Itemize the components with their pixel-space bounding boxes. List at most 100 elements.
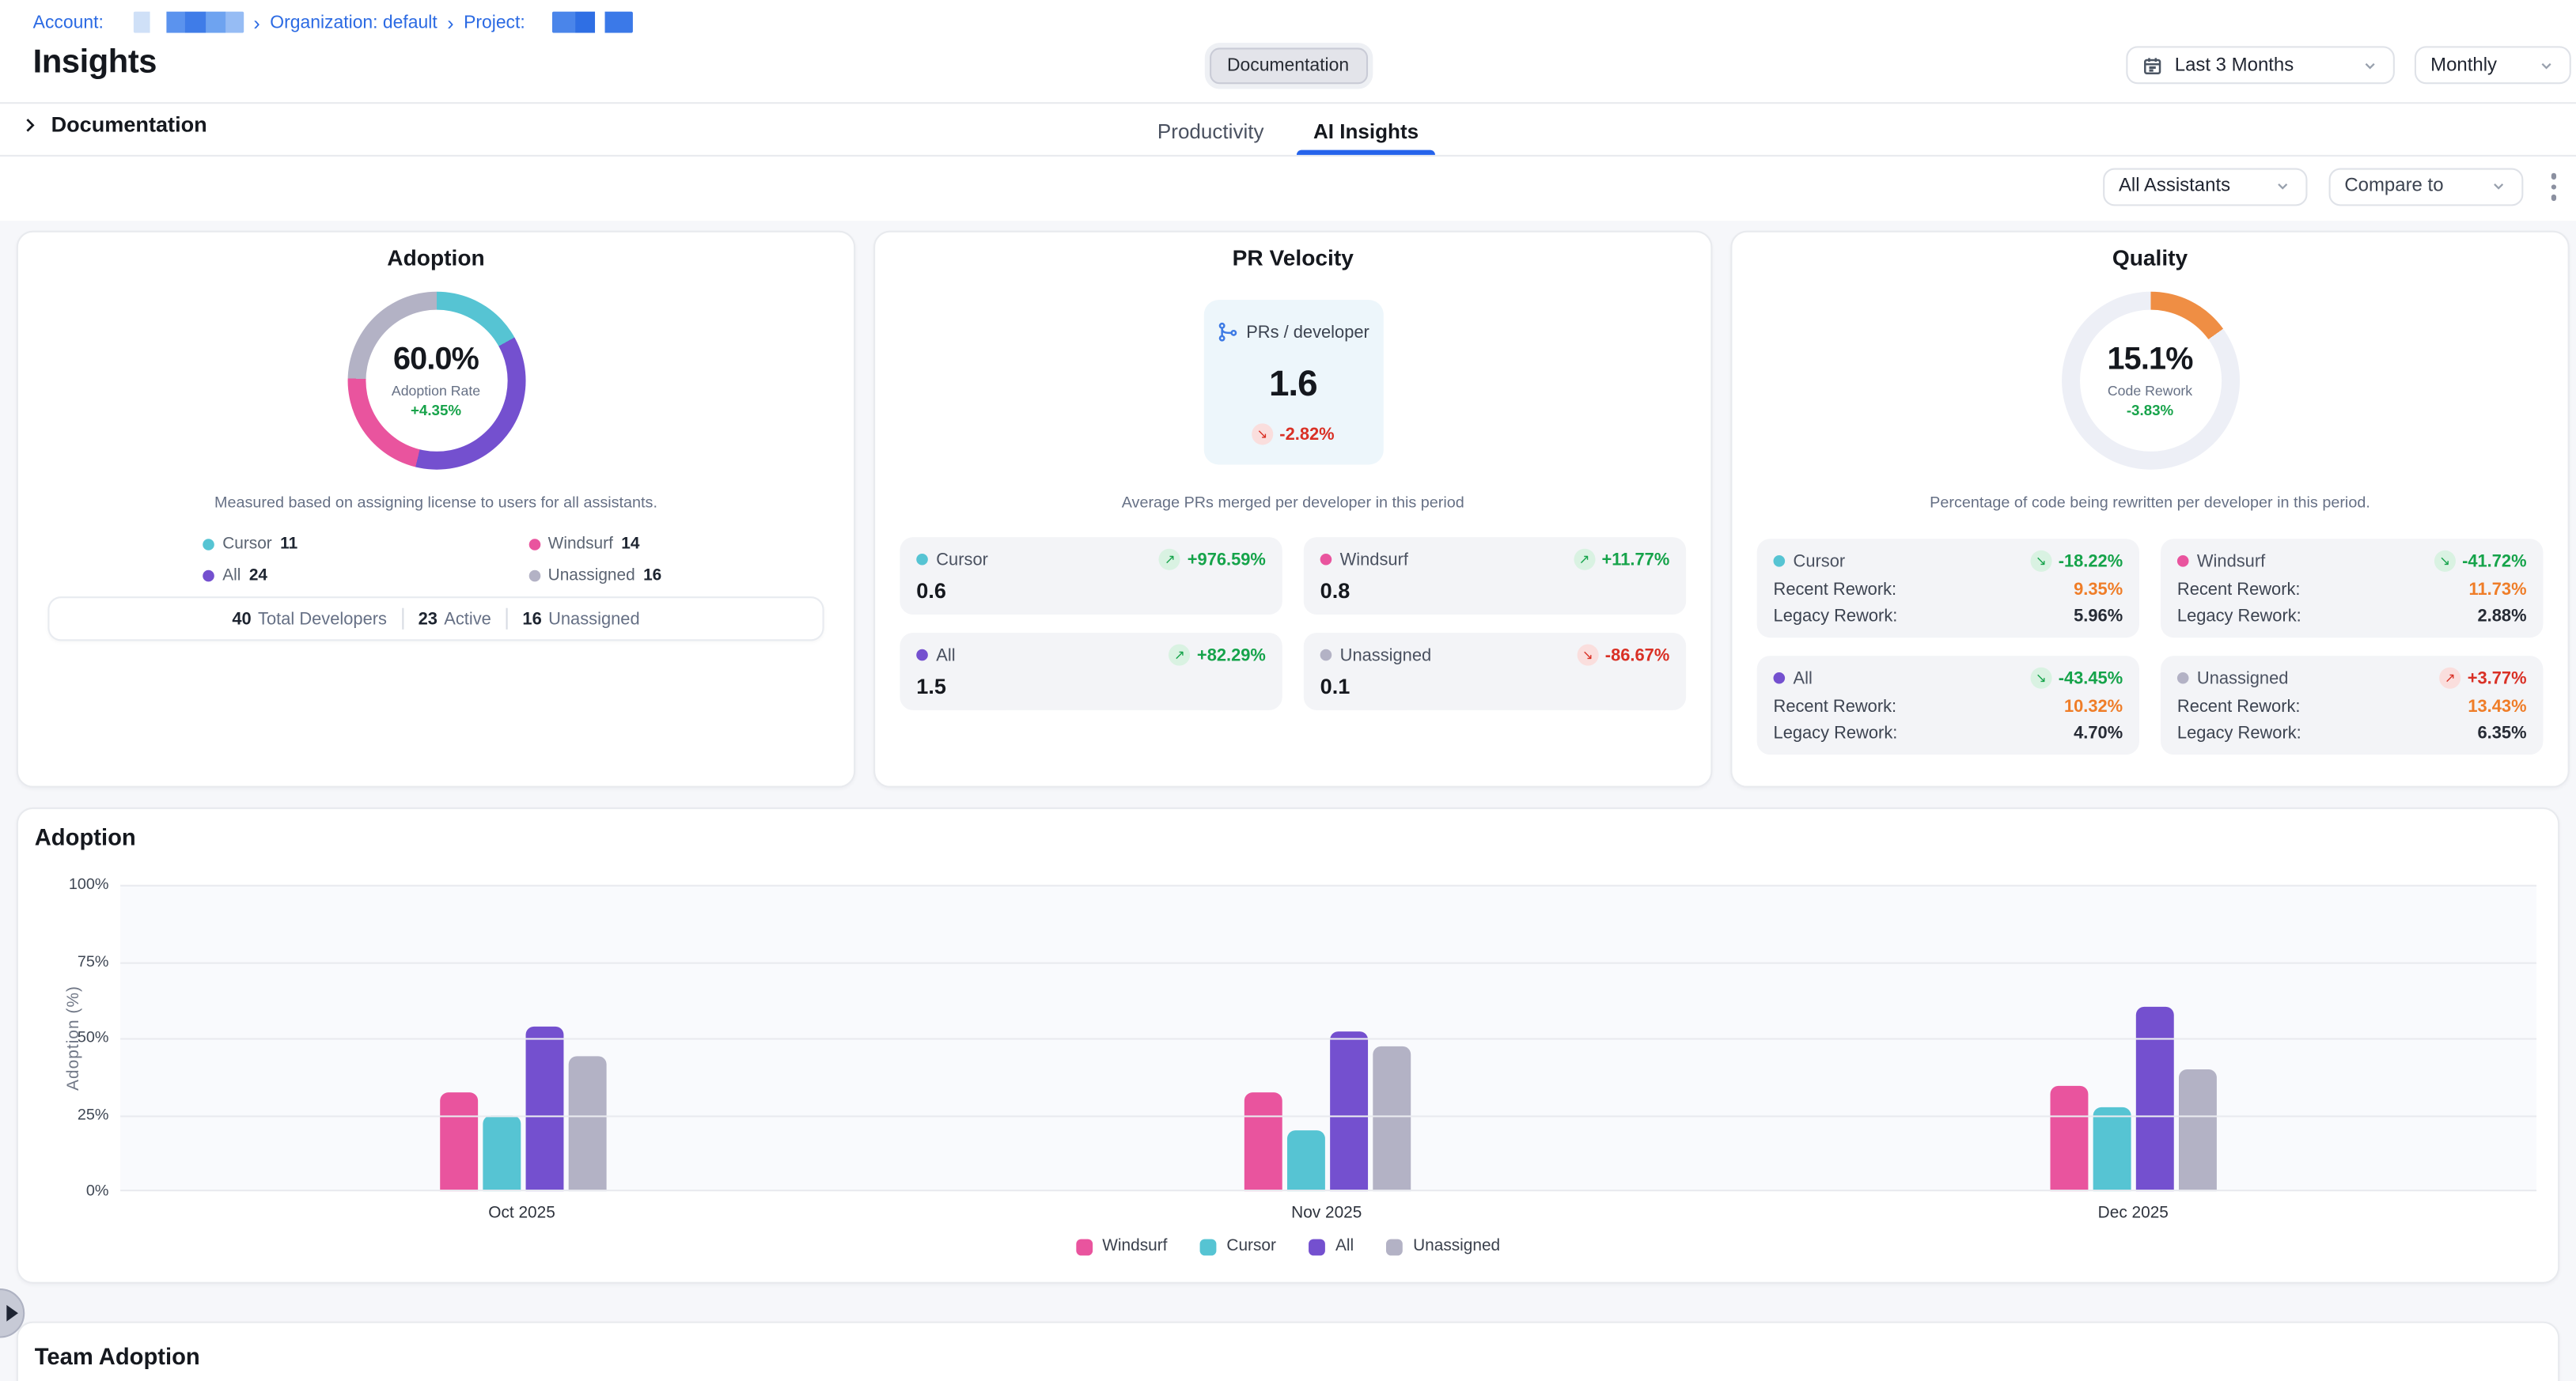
more-options-button[interactable]: [2544, 166, 2563, 206]
summary-value: 16: [522, 609, 541, 629]
stat-value: 0.8: [1320, 578, 1670, 603]
date-range-select[interactable]: Last 3 Months: [2127, 46, 2394, 84]
recent-rework-value: 11.73%: [2469, 579, 2527, 599]
adoption-legend: Cursor11Windsurf14All24Unassigned16: [18, 535, 854, 585]
bar-all: [2136, 1008, 2174, 1191]
documentation-badge[interactable]: Documentation: [1209, 47, 1367, 84]
chart-toolbar: All Assistants Compare to: [2102, 166, 2563, 206]
gridline: [120, 1114, 2536, 1116]
stat-delta: -86.67%: [1605, 645, 1669, 665]
bar-cursor: [483, 1116, 521, 1191]
breadcrumb-account-label[interactable]: Account:: [33, 13, 104, 32]
series-color-dot: [1320, 649, 1332, 661]
series-color-dot: [2177, 555, 2189, 567]
series-color-swatch: [1200, 1239, 1217, 1255]
tab-bar: Productivity AI Insights: [1157, 107, 1419, 154]
adoption-chart-card: Adoption Adoption (%) 100%75%50%25%0% Oc…: [17, 808, 2559, 1284]
granularity-select[interactable]: Monthly: [2414, 46, 2570, 84]
gridline: [120, 1190, 2536, 1191]
recent-rework-label: Recent Rework:: [2177, 579, 2301, 599]
git-merge-icon: [1217, 321, 1238, 342]
header-divider: [0, 102, 2576, 104]
series-name: Cursor: [222, 535, 272, 554]
chevron-right-icon: [20, 115, 40, 134]
chevron-down-icon: [2274, 179, 2290, 195]
quality-caption: Percentage of code being rewritten per d…: [1732, 494, 2567, 513]
team-adoption-title: Team Adoption: [35, 1343, 200, 1369]
gridline: [120, 1038, 2536, 1039]
pr-stat-tile: Windsurf ↗+11.77% 0.8: [1304, 537, 1686, 615]
pr-stat-tile: All ↗+82.29% 1.5: [900, 633, 1282, 710]
quality-stats: Cursor ↘-18.22% Recent Rework:9.35% Lega…: [1757, 539, 2544, 755]
summary-divider: [506, 608, 508, 630]
series-name: Unassigned: [1413, 1237, 1500, 1255]
recent-rework-label: Recent Rework:: [2177, 696, 2301, 716]
series-name: Windsurf: [2197, 551, 2265, 571]
documentation-section-toggle[interactable]: Documentation: [20, 112, 207, 137]
y-axis-tick: 100%: [69, 876, 109, 894]
stat-value: 0.1: [1320, 674, 1670, 698]
trend-down-icon: ↘: [1577, 645, 1598, 666]
series-name: Cursor: [936, 550, 988, 569]
redacted-project-name[interactable]: [551, 12, 632, 33]
y-axis-tick: 50%: [78, 1029, 109, 1047]
series-color-dot: [916, 649, 928, 661]
quality-stat-tile: Windsurf ↘-41.72% Recent Rework:11.73% L…: [2161, 539, 2543, 638]
compare-to-value: Compare to: [2344, 176, 2443, 196]
recent-rework-label: Recent Rework:: [1774, 696, 1897, 716]
legacy-rework-label: Legacy Rework:: [1774, 607, 1898, 626]
series-name: All: [936, 645, 955, 665]
trend-down-icon: ↘: [1252, 423, 1273, 445]
series-count: 24: [249, 567, 267, 585]
quality-card-title: Quality: [1732, 245, 2567, 270]
adoption-card: Adoption 60.0% Adoption Rate +4.35% Meas…: [17, 231, 855, 788]
chevron-down-icon: [2490, 179, 2506, 195]
series-name: Windsurf: [548, 535, 613, 554]
chevron-down-icon: [2362, 57, 2378, 74]
series-name: Cursor: [1794, 551, 1846, 571]
chart-legend-item: All: [1309, 1237, 1354, 1255]
stat-delta: +82.29%: [1197, 645, 1266, 665]
series-name: Unassigned: [1340, 645, 1432, 665]
pr-stat-tile: Unassigned ↘ -86.67% 0.1: [1304, 633, 1686, 710]
gridline: [120, 962, 2536, 963]
x-axis-labels: Oct 2025Nov 2025Dec 2025: [120, 1205, 2536, 1223]
series-name: Windsurf: [1340, 550, 1408, 569]
pr-stat-tile: Cursor ↗+976.59% 0.6: [900, 537, 1282, 615]
summary-label: Active: [444, 609, 491, 629]
chart-legend-item: Cursor: [1200, 1237, 1276, 1255]
breadcrumb-organization[interactable]: Organization: default: [270, 13, 437, 32]
insights-page: Account: › Organization: default › Proje…: [0, 0, 2576, 1381]
x-axis-label: Nov 2025: [1291, 1205, 1362, 1223]
series-color-dot: [2177, 672, 2189, 684]
series-color-dot: [916, 554, 928, 566]
breadcrumb-project-label[interactable]: Project:: [464, 13, 525, 32]
legacy-rework-value: 2.88%: [2478, 607, 2527, 626]
series-count: 11: [280, 535, 297, 554]
compare-to-select[interactable]: Compare to: [2328, 168, 2523, 206]
assistants-filter-select[interactable]: All Assistants: [2102, 168, 2306, 206]
code-rework-delta: -3.83%: [2127, 402, 2173, 418]
summary-segment: 40Total Developers: [232, 609, 387, 629]
redacted-account-name[interactable]: [133, 12, 244, 33]
series-name: All: [1794, 668, 1813, 688]
chart-legend-item: Windsurf: [1076, 1237, 1168, 1255]
legacy-rework-label: Legacy Rework:: [1774, 724, 1898, 743]
tab-ai-insights[interactable]: AI Insights: [1313, 107, 1419, 154]
x-axis-label: Oct 2025: [488, 1205, 555, 1223]
recent-rework-value: 9.35%: [2074, 579, 2123, 599]
trend-up-icon: ↗: [1159, 549, 1180, 570]
adoption-legend-item: Windsurf14: [528, 535, 854, 554]
y-axis-tick: 75%: [78, 952, 109, 970]
breadcrumb-separator-icon: ›: [447, 13, 453, 32]
series-color-dot: [528, 570, 540, 582]
tabs-divider: [0, 155, 2576, 157]
pr-metric-label: PRs / developer: [1246, 322, 1369, 342]
series-color-dot: [1320, 554, 1332, 566]
adoption-caption: Measured based on assigning license to u…: [18, 494, 854, 513]
y-axis-tick: 0%: [86, 1182, 109, 1201]
adoption-rate-delta: +4.35%: [411, 402, 461, 418]
breadcrumb: Account: › Organization: default › Proje…: [33, 12, 633, 33]
granularity-value: Monthly: [2430, 55, 2497, 75]
tab-productivity[interactable]: Productivity: [1157, 107, 1264, 154]
